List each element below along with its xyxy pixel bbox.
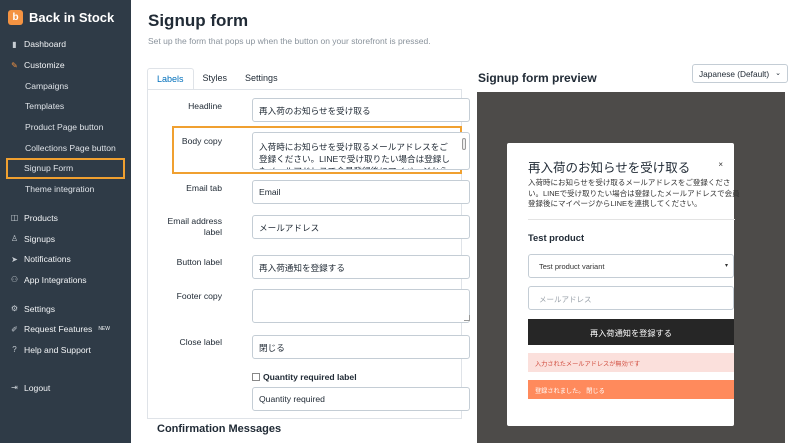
sidebar-item-label: Product Page button xyxy=(25,122,104,133)
email-tab-field[interactable]: Email xyxy=(252,180,470,204)
sidebar-item-templates[interactable]: Templates xyxy=(0,96,131,117)
headline-label: Headline xyxy=(188,101,222,111)
sidebar-item-notifications[interactable]: ➤ Notifications xyxy=(0,249,131,270)
chevron-down-icon: ⌄ xyxy=(775,70,781,77)
sidebar-item-campaigns[interactable]: Campaigns xyxy=(0,75,131,96)
email-address-label-field[interactable]: メールアドレス xyxy=(252,215,470,239)
button-label-label: Button label xyxy=(176,257,222,267)
preview-title: Signup form preview xyxy=(478,71,597,85)
sidebar-item-help[interactable]: ? Help and Support xyxy=(0,340,131,361)
brush-icon: ✎ xyxy=(11,60,18,70)
form-tabs: Labels Styles Settings xyxy=(147,68,287,90)
sidebar-item-logout[interactable]: ⇥ Logout xyxy=(0,377,131,398)
quantity-required-field[interactable]: Quantity required xyxy=(252,387,470,411)
footer-copy-field[interactable] xyxy=(252,289,470,323)
sidebar-item-product-page-button[interactable]: Product Page button xyxy=(0,117,131,138)
sidebar-item-collections-page-button[interactable]: Collections Page button xyxy=(0,137,131,158)
sidebar-item-label: Request Features xyxy=(24,324,93,335)
sidebar-item-label: Logout xyxy=(24,382,51,393)
scrollbar[interactable] xyxy=(462,138,466,150)
sidebar-nav: ▮ Dashboard ✎ Customize Campaigns Template… xyxy=(0,34,131,398)
body-copy-label: Body copy xyxy=(181,136,222,146)
sidebar-item-request-features[interactable]: ✐ Request Features NEW xyxy=(0,319,131,340)
quantity-required-checkbox-row[interactable]: Quantity required label xyxy=(252,372,357,382)
chart-icon: ▮ xyxy=(12,39,17,49)
user-plus-icon: ♙ xyxy=(10,234,19,244)
sidebar-item-label: Dashboard xyxy=(24,39,67,50)
sidebar-item-label: Collections Page button xyxy=(25,142,116,153)
resize-handle-icon[interactable] xyxy=(464,315,470,321)
body-copy-text: 入荷時にお知らせを受け取るメールアドレスをご登録ください。LINEで受け取りたい… xyxy=(259,142,450,169)
sidebar-item-label: Signup Form xyxy=(24,163,74,174)
sidebar-item-label: Settings xyxy=(24,303,56,314)
sidebar-item-theme-integration[interactable]: Theme integration xyxy=(0,179,131,200)
main-content: Signup form Set up the form that pops up… xyxy=(131,0,800,443)
send-icon: ➤ xyxy=(11,254,18,264)
headline-field[interactable]: 再入荷のお知らせを受け取る xyxy=(252,98,470,122)
error-message: 入力されたメールアドレスが無効です xyxy=(528,353,734,372)
nav-separator xyxy=(0,290,131,298)
brand[interactable]: b Back in Stock xyxy=(0,0,131,34)
app-logo-icon: b xyxy=(8,9,23,25)
labels-form: Headline 再入荷のお知らせを受け取る Body copy 入荷時にお知ら… xyxy=(147,89,470,419)
tab-labels[interactable]: Labels xyxy=(147,68,194,90)
pencil-icon: ✐ xyxy=(11,324,18,334)
variant-select[interactable]: Test product variant ▾ xyxy=(528,254,734,278)
language-select[interactable]: Japanese (Default) ⌄ xyxy=(692,64,788,83)
sidebar-item-signup-form[interactable]: Signup Form xyxy=(6,158,125,179)
box-icon: ◫ xyxy=(10,213,19,223)
tab-styles[interactable]: Styles xyxy=(194,68,237,90)
quantity-required-checkbox[interactable] xyxy=(252,373,260,381)
sidebar-item-customize[interactable]: ✎ Customize xyxy=(0,55,131,76)
body-copy-field[interactable]: 入荷時にお知らせを受け取るメールアドレスをご登録ください。LINEで受け取りたい… xyxy=(252,132,470,170)
chevron-down-icon: ▾ xyxy=(724,263,728,269)
close-label-field[interactable]: 閉じる xyxy=(252,335,470,359)
sidebar: b Back in Stock ▮ Dashboard ✎ Customize Ca… xyxy=(0,0,131,443)
sidebar-item-label: Products xyxy=(24,212,58,223)
sidebar-item-label: Signups xyxy=(24,233,56,244)
nav-separator xyxy=(0,200,131,208)
new-badge: NEW xyxy=(98,326,110,333)
close-label-label: Close label xyxy=(179,337,222,347)
sidebar-item-settings[interactable]: ⚙ Settings xyxy=(0,298,131,319)
gear-icon: ⚙ xyxy=(10,304,19,314)
sidebar-item-app-integrations[interactable]: ⚇ App Integrations xyxy=(0,270,131,291)
email-tab-label: Email tab xyxy=(186,183,222,193)
divider xyxy=(528,219,735,220)
nav-separator xyxy=(0,360,131,377)
sidebar-item-dashboard[interactable]: ▮ Dashboard xyxy=(0,34,131,55)
sidebar-item-label: Customize xyxy=(24,60,65,71)
footer-copy-label: Footer copy xyxy=(176,291,222,301)
tab-settings[interactable]: Settings xyxy=(236,68,287,90)
quantity-required-checkbox-label: Quantity required label xyxy=(263,372,357,382)
modal-headline: 再入荷のお知らせを受け取る xyxy=(528,161,691,175)
email-input[interactable]: メールアドレス xyxy=(528,286,734,310)
variant-select-value: Test product variant xyxy=(539,262,605,271)
preview-modal: 再入荷のお知らせを受け取る × 入荷時にお知らせを受け取るメールアドレスをご登録… xyxy=(507,143,740,426)
app-name: Back in Stock xyxy=(29,9,115,25)
modal-body: 入荷時にお知らせを受け取るメールアドレスをご登録ください。LINEで受け取りたい… xyxy=(528,178,740,208)
close-icon[interactable]: × xyxy=(718,160,723,169)
button-label-field[interactable]: 再入荷通知を登録する xyxy=(252,255,470,279)
page-title: Signup form xyxy=(148,11,249,30)
sidebar-item-label: Theme integration xyxy=(25,184,95,195)
sidebar-item-label: App Integrations xyxy=(24,274,87,285)
submit-button[interactable]: 再入荷通知を登録する xyxy=(528,319,734,345)
sidebar-item-label: Templates xyxy=(25,101,65,112)
plug-icon: ⚇ xyxy=(10,275,19,285)
product-title: Test product xyxy=(528,232,585,243)
email-address-label-label: Email address label xyxy=(167,216,222,237)
sidebar-item-products[interactable]: ◫ Products xyxy=(0,208,131,229)
logout-icon: ⇥ xyxy=(11,383,18,393)
confirmation-messages-title: Confirmation Messages xyxy=(157,423,282,435)
page-subtitle: Set up the form that pops up when the bu… xyxy=(148,36,431,46)
sidebar-item-label: Campaigns xyxy=(25,80,69,91)
success-message: 登録されました。 閉じる xyxy=(528,380,734,399)
language-select-value: Japanese (Default) xyxy=(699,69,770,79)
sidebar-item-label: Notifications xyxy=(24,254,71,265)
sidebar-item-signups[interactable]: ♙ Signups xyxy=(0,228,131,249)
sidebar-item-label: Help and Support xyxy=(24,344,91,355)
help-icon: ? xyxy=(12,345,17,355)
